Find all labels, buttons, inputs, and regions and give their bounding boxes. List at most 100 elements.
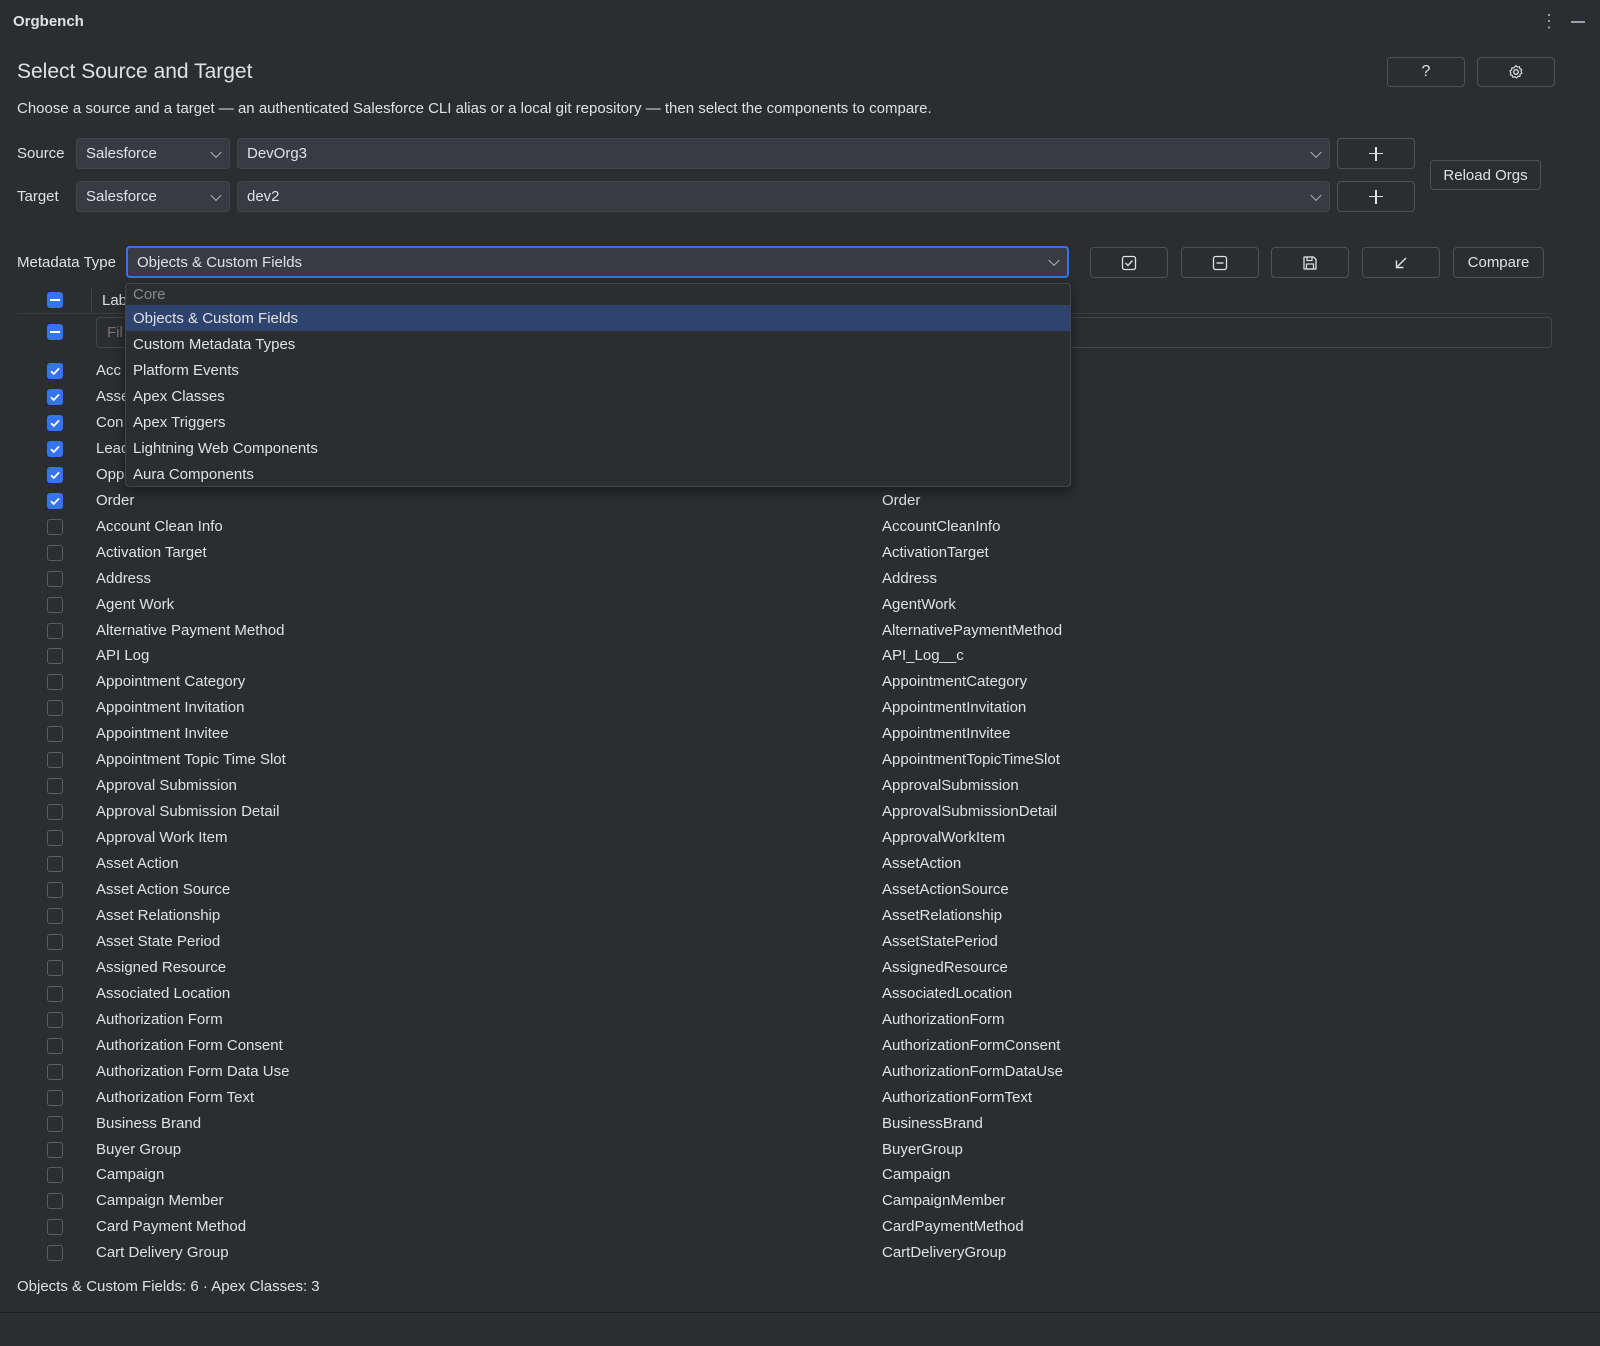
row-label[interactable]: Authorization Form Data Use xyxy=(96,1063,289,1080)
row-label[interactable]: Agent Work xyxy=(96,596,174,613)
row-checkbox[interactable] xyxy=(47,545,63,561)
row-checkbox[interactable] xyxy=(47,674,63,690)
row-label[interactable]: Appointment Category xyxy=(96,673,245,690)
dropdown-option[interactable]: Apex Triggers xyxy=(126,409,1070,435)
settings-button[interactable] xyxy=(1477,57,1555,87)
row-checkbox[interactable] xyxy=(47,648,63,664)
row-label[interactable]: Order xyxy=(96,492,134,509)
row-label[interactable]: Authorization Form Text xyxy=(96,1089,254,1106)
more-options-icon[interactable]: ⋮ xyxy=(1540,11,1558,31)
row-checkbox[interactable] xyxy=(47,908,63,924)
row-label[interactable]: Appointment Topic Time Slot xyxy=(96,751,286,768)
row-checkbox[interactable] xyxy=(47,571,63,587)
minimize-icon[interactable] xyxy=(1571,21,1585,23)
row-checkbox[interactable] xyxy=(47,1064,63,1080)
row-label[interactable]: Acc xyxy=(96,362,121,379)
row-label[interactable]: Appointment Invitee xyxy=(96,725,229,742)
row-label[interactable]: Campaign Member xyxy=(96,1192,224,1209)
import-selection-button[interactable] xyxy=(1362,247,1440,278)
row-label[interactable]: Alternative Payment Method xyxy=(96,622,284,639)
row-checkbox[interactable] xyxy=(47,519,63,535)
row-checkbox[interactable] xyxy=(47,934,63,950)
row-label[interactable]: Asset Relationship xyxy=(96,907,220,924)
row-checkbox[interactable] xyxy=(47,1116,63,1132)
row-checkbox[interactable] xyxy=(47,415,63,431)
row-label[interactable]: Assigned Resource xyxy=(96,959,226,976)
row-checkbox[interactable] xyxy=(47,960,63,976)
checkmark-icon xyxy=(50,497,60,506)
row-checkbox[interactable] xyxy=(47,623,63,639)
dropdown-option[interactable]: Aura Components xyxy=(126,461,1070,487)
row-label[interactable]: Authorization Form Consent xyxy=(96,1037,283,1054)
checkmark-icon xyxy=(50,445,60,454)
row-label[interactable]: Asset Action Source xyxy=(96,881,230,898)
row-label[interactable]: Approval Submission Detail xyxy=(96,803,279,820)
row-label[interactable]: Asset State Period xyxy=(96,933,220,950)
reload-orgs-button[interactable]: Reload Orgs xyxy=(1430,160,1541,190)
row-label[interactable]: API Log xyxy=(96,647,149,664)
dropdown-option[interactable]: Lightning Web Components xyxy=(126,435,1070,461)
row-label[interactable]: Associated Location xyxy=(96,985,230,1002)
row-label[interactable]: Address xyxy=(96,570,151,587)
row-checkbox[interactable] xyxy=(47,1193,63,1209)
filter-select-checkbox[interactable] xyxy=(47,324,63,340)
row-label[interactable]: Account Clean Info xyxy=(96,518,223,535)
dropdown-group-core: Core xyxy=(133,285,166,303)
label-column-header[interactable]: Lab xyxy=(102,292,127,309)
help-button[interactable]: ? xyxy=(1387,57,1465,87)
row-checkbox[interactable] xyxy=(47,700,63,716)
row-checkbox[interactable] xyxy=(47,441,63,457)
row-checkbox[interactable] xyxy=(47,778,63,794)
dropdown-option[interactable]: Apex Classes xyxy=(126,383,1070,409)
source-type-select[interactable]: Salesforce xyxy=(76,138,230,169)
row-label[interactable]: Card Payment Method xyxy=(96,1218,246,1235)
row-label[interactable]: Authorization Form xyxy=(96,1011,223,1028)
row-checkbox[interactable] xyxy=(47,1167,63,1183)
row-label[interactable]: Approval Work Item xyxy=(96,829,227,846)
row-checkbox[interactable] xyxy=(47,882,63,898)
metadata-type-select[interactable]: Objects & Custom Fields xyxy=(126,246,1069,278)
row-checkbox[interactable] xyxy=(47,467,63,483)
row-checkbox[interactable] xyxy=(47,1219,63,1235)
row-checkbox[interactable] xyxy=(47,830,63,846)
row-label[interactable]: Buyer Group xyxy=(96,1141,181,1158)
row-checkbox[interactable] xyxy=(47,804,63,820)
row-label[interactable]: Asset Action xyxy=(96,855,179,872)
row-label[interactable]: Approval Submission xyxy=(96,777,237,794)
deselect-all-button[interactable] xyxy=(1181,247,1259,278)
row-checkbox[interactable] xyxy=(47,1245,63,1261)
select-all-button[interactable] xyxy=(1090,247,1168,278)
row-checkbox[interactable] xyxy=(47,389,63,405)
row-label[interactable]: Con xyxy=(96,414,124,431)
add-target-button[interactable] xyxy=(1337,181,1415,212)
row-checkbox[interactable] xyxy=(47,1012,63,1028)
row-checkbox[interactable] xyxy=(47,1090,63,1106)
select-all-checkbox[interactable] xyxy=(47,292,63,308)
add-source-button[interactable] xyxy=(1337,138,1415,169)
row-checkbox[interactable] xyxy=(47,726,63,742)
dropdown-option[interactable]: Objects & Custom Fields xyxy=(126,305,1070,331)
row-label[interactable]: Activation Target xyxy=(96,544,207,561)
save-selection-button[interactable] xyxy=(1271,247,1349,278)
row-label[interactable]: Opp xyxy=(96,466,124,483)
dropdown-option[interactable]: Platform Events xyxy=(126,357,1070,383)
row-label[interactable]: Appointment Invitation xyxy=(96,699,244,716)
row-checkbox[interactable] xyxy=(47,986,63,1002)
row-checkbox[interactable] xyxy=(47,1142,63,1158)
row-api-name: AssignedResource xyxy=(882,959,1008,976)
target-org-select[interactable]: dev2 xyxy=(237,181,1330,212)
row-checkbox[interactable] xyxy=(47,597,63,613)
row-checkbox[interactable] xyxy=(47,1038,63,1054)
metadata-type-value: Objects & Custom Fields xyxy=(137,253,303,271)
row-checkbox[interactable] xyxy=(47,856,63,872)
row-checkbox[interactable] xyxy=(47,363,63,379)
row-checkbox[interactable] xyxy=(47,493,63,509)
row-checkbox[interactable] xyxy=(47,752,63,768)
row-label[interactable]: Campaign xyxy=(96,1166,164,1183)
compare-button[interactable]: Compare xyxy=(1453,247,1544,278)
source-org-select[interactable]: DevOrg3 xyxy=(237,138,1330,169)
target-type-select[interactable]: Salesforce xyxy=(76,181,230,212)
row-label[interactable]: Business Brand xyxy=(96,1115,201,1132)
row-label[interactable]: Cart Delivery Group xyxy=(96,1244,229,1261)
dropdown-option[interactable]: Custom Metadata Types xyxy=(126,331,1070,357)
